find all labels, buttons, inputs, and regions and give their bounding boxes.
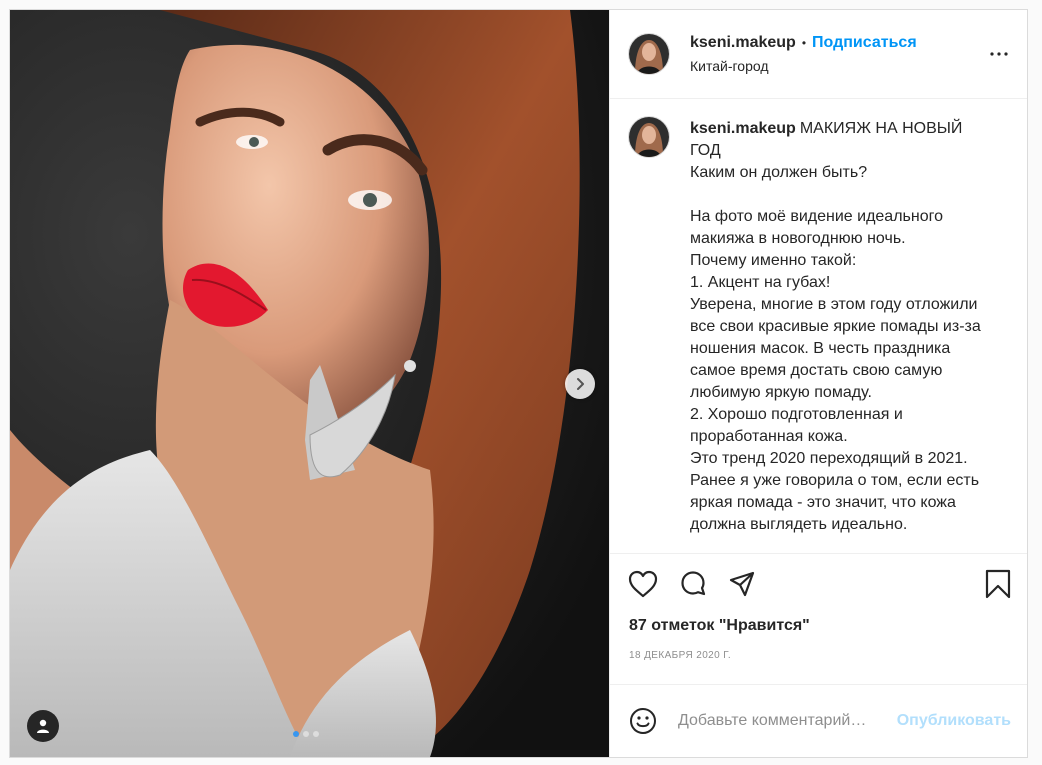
username-link[interactable]: kseni.makeup: [690, 34, 796, 52]
more-options-button[interactable]: [987, 42, 1011, 66]
publish-button[interactable]: Опубликовать: [897, 712, 1011, 730]
carousel-dot: [303, 731, 309, 737]
comment-button[interactable]: [678, 566, 714, 602]
likes-count[interactable]: 87 отметок "Нравится": [610, 614, 1027, 638]
paper-plane-icon: [729, 571, 755, 597]
user-tag-icon: [37, 719, 49, 733]
action-bar: [610, 554, 1027, 614]
save-button[interactable]: [975, 566, 1011, 602]
carousel-dot: [313, 731, 319, 737]
emoji-button[interactable]: [628, 706, 658, 736]
avatar[interactable]: [628, 116, 670, 158]
post-footer: 87 отметок "Нравится" 18 ДЕКАБРЯ 2020 Г.…: [610, 553, 1027, 757]
post-media[interactable]: [10, 10, 609, 757]
comment-input[interactable]: [678, 712, 897, 730]
avatar[interactable]: [628, 33, 670, 75]
post-modal: kseni.makeup • Подписаться Китай-город k…: [9, 9, 1028, 758]
more-horizontal-icon: [990, 52, 1008, 56]
caption-username[interactable]: kseni.makeup: [690, 120, 796, 137]
post-header: kseni.makeup • Подписаться Китай-город: [610, 10, 1027, 99]
post-caption: kseni.makeup МАКИЯЖ НА НОВЫЙ ГОД Каким он…: [628, 116, 1011, 536]
comments-section[interactable]: kseni.makeup МАКИЯЖ НА НОВЫЙ ГОД Каким он…: [610, 99, 1027, 553]
post-photo: [10, 10, 609, 757]
follow-button[interactable]: Подписаться: [812, 34, 917, 52]
chevron-right-icon: [577, 378, 584, 390]
location-link[interactable]: Китай-город: [690, 58, 987, 74]
post-date[interactable]: 18 ДЕКАБРЯ 2020 Г.: [610, 650, 1027, 664]
separator: •: [801, 36, 807, 50]
smiley-face-icon: [630, 708, 656, 734]
heart-icon: [628, 570, 658, 598]
user-tag-button[interactable]: [27, 710, 59, 742]
carousel-indicator: [293, 731, 319, 737]
comment-bubble-icon: [681, 571, 706, 596]
comment-form: Опубликовать: [610, 684, 1027, 757]
bookmark-icon: [985, 569, 1011, 599]
avatar-image: [629, 34, 669, 74]
like-button[interactable]: [628, 566, 664, 602]
post-sidebar: kseni.makeup • Подписаться Китай-город k…: [609, 10, 1027, 757]
caption-text: Каким он должен быть? На фото моё видени…: [690, 164, 981, 533]
avatar-image: [629, 117, 669, 157]
carousel-next-button[interactable]: [565, 369, 595, 399]
carousel-dot: [293, 731, 299, 737]
share-button[interactable]: [728, 566, 764, 602]
caption-body: kseni.makeup МАКИЯЖ НА НОВЫЙ ГОД Каким он…: [690, 118, 990, 536]
